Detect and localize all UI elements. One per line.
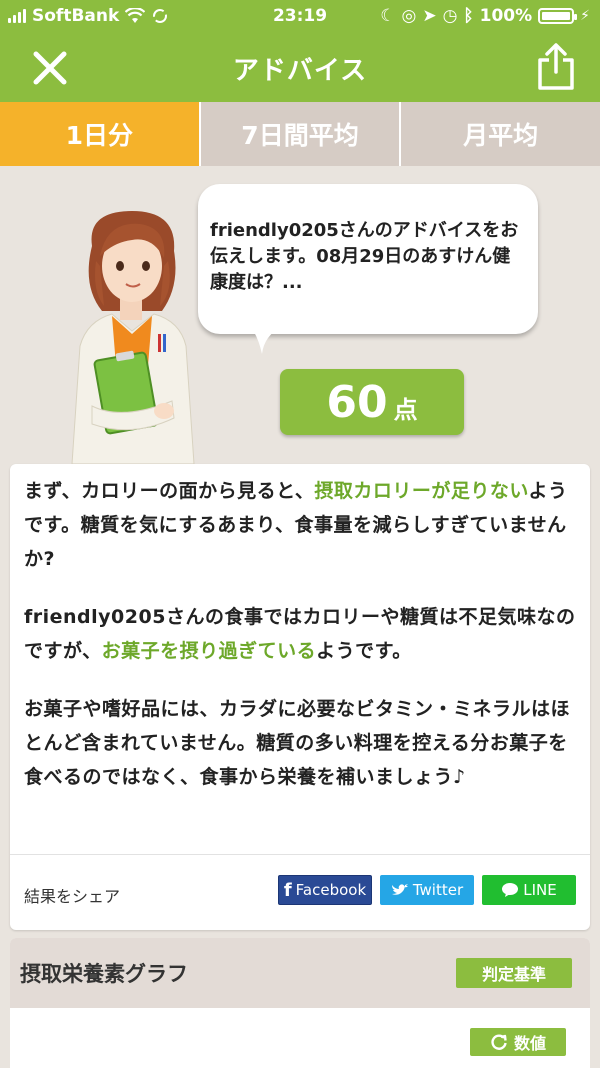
twitter-label: Twitter	[412, 881, 464, 899]
advice-paragraph-3: お菓子や嗜好品には、カラダに必要なビタミン・ミネラルはほとんど含まれていません。…	[24, 698, 571, 788]
advice-speech-bubble: friendly0205さんのアドバイスをお伝えします。08月29日のあすけん健…	[198, 184, 538, 334]
moon-icon: ☾	[380, 6, 396, 26]
advice-p1-highlight: 摂取カロリーが足りない	[314, 480, 529, 502]
bubble-tail	[250, 326, 282, 354]
advice-hero: friendly0205さんのアドバイスをお伝えします。08月29日のあすけん健…	[0, 166, 600, 464]
doctor-illustration	[71, 211, 195, 464]
battery-percent: 100%	[479, 6, 533, 26]
alarm-icon: ◷	[442, 6, 458, 26]
status-right: ☾ ◎ ➤ ◷ ᛒ 100% ⚡	[380, 6, 590, 26]
line-share-button[interactable]: LINE	[482, 875, 576, 905]
facebook-icon: f	[283, 879, 292, 901]
advice-p2-highlight: お菓子を摂り過ぎている	[101, 640, 317, 662]
battery-fill	[542, 12, 571, 20]
refresh-icon	[491, 1034, 507, 1050]
share-label: 結果をシェア	[24, 887, 121, 906]
line-chat-icon	[502, 883, 519, 897]
values-label: 数値	[513, 1034, 546, 1053]
advice-paragraph-1: まず、カロリーの面から見ると、摂取カロリーが足りないようです。糖質を気にするあま…	[24, 474, 576, 576]
graph-header: 摂取栄養素グラフ 判定基準	[10, 938, 590, 1008]
bluetooth-icon: ᛒ	[463, 6, 474, 26]
charging-icon: ⚡	[580, 8, 590, 24]
line-label: LINE	[523, 881, 557, 899]
tab-1day[interactable]: 1日分	[0, 102, 201, 166]
score-unit: 点	[393, 395, 418, 424]
advice-p1-text-a: まず、カロリーの面から見ると、	[24, 480, 315, 502]
advice-card: まず、カロリーの面から見ると、摂取カロリーが足りないようです。糖質を気にするあま…	[10, 464, 590, 930]
nav-bar: アドバイス	[0, 34, 600, 102]
tab-7day-average[interactable]: 7日間平均	[200, 102, 402, 166]
criteria-button[interactable]: 判定基準	[456, 958, 572, 988]
facebook-share-button[interactable]: f Facebook	[278, 875, 372, 905]
nutrient-graph-card: 摂取栄養素グラフ 判定基準 数値	[10, 938, 590, 1068]
rotation-lock-icon: ◎	[401, 6, 417, 26]
page-title: アドバイス	[232, 56, 368, 86]
share-row: 結果をシェア f Facebook Twitter LINE	[10, 854, 590, 930]
tab-monthly-average[interactable]: 月平均	[401, 102, 600, 166]
advice-text: まず、カロリーの面から見ると、摂取カロリーが足りないようです。糖質を気にするあま…	[10, 464, 590, 794]
advice-p2-text-c: ようです。	[316, 640, 412, 662]
bubble-text: friendly0205さんのアドバイスをお伝えします。08月29日のあすけん健…	[210, 220, 519, 293]
period-tabs: 1日分 7日間平均 月平均	[0, 102, 600, 166]
advice-paragraph-2: friendly0205さんの食事ではカロリーや糖質は不足気味なのですが、お菓子…	[24, 600, 576, 668]
facebook-label: Facebook	[295, 881, 367, 899]
twitter-bird-icon	[391, 884, 408, 895]
health-score-badge: 60 点	[280, 369, 464, 435]
values-button[interactable]: 数値	[470, 1028, 566, 1056]
status-bar: SoftBank 23:19 ☾ ◎ ➤ ◷ ᛒ 100% ⚡	[0, 0, 600, 34]
share-icon[interactable]	[534, 42, 578, 92]
battery-icon	[538, 8, 578, 24]
score-value: 60	[326, 376, 388, 428]
twitter-share-button[interactable]: Twitter	[380, 875, 474, 905]
graph-title: 摂取栄養素グラフ	[20, 962, 188, 986]
location-icon: ➤	[422, 6, 437, 26]
